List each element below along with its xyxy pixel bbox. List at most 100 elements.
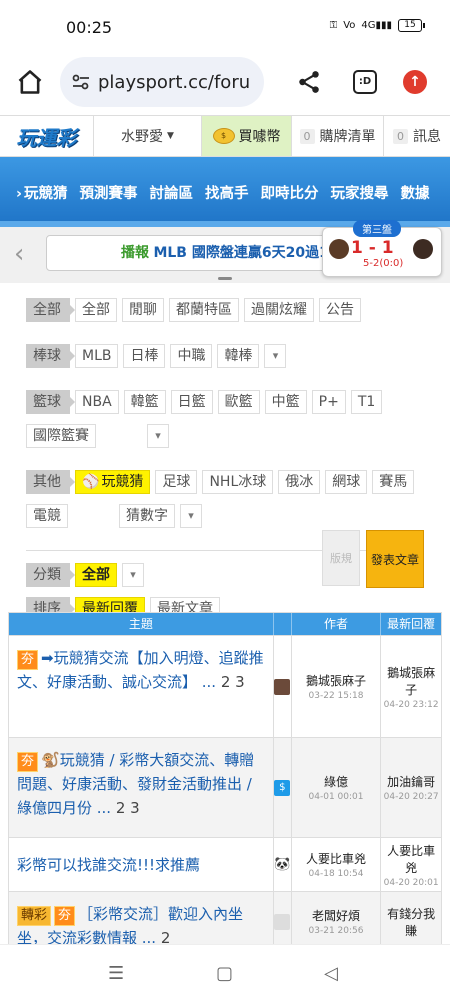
filter-tag[interactable]: 全部 [75,298,117,322]
expand-chevron-icon[interactable]: ▾ [122,563,144,587]
filter-tag[interactable]: 過關炫耀 [244,298,314,322]
expand-chevron-icon[interactable]: ▾ [147,424,169,448]
status-time: 00:25 [66,18,113,37]
author-name[interactable]: 老闆好煩 [292,907,381,924]
caret-down-icon: ▼ [167,131,174,141]
ticker-message: MLB 國際盤連贏6天20過1 [153,245,329,261]
filter-tag[interactable]: P+ [311,390,346,414]
filter-tag[interactable]: 電競 [26,504,68,528]
header-author: 作者 [292,613,382,635]
nav-item-forum[interactable]: 討論區 [143,182,199,203]
filter-tag[interactable]: 賽馬 [372,470,415,494]
author-date: 03-21 20:56 [308,926,364,936]
reply-name[interactable]: 鵝城張麻子 [381,664,441,698]
filter-tag[interactable]: 都蘭特區 [169,298,239,322]
topic-title[interactable]: 彩幣可以找誰交流!!!求推薦 [9,838,274,891]
filter-tag[interactable]: NHL冰球 [202,470,274,494]
filter-tag[interactable]: 韓籃 [123,390,166,414]
reply-cell: 加油鑰哥 04-20 20:27 [381,738,441,837]
author-name[interactable]: 鵝城張麻子 [292,672,381,689]
nav-item-play[interactable]: 玩競猜 [10,182,73,203]
reply-date: 04-20 20:27 [383,792,439,802]
filter-tag[interactable]: NBA [75,390,119,414]
filter-tag[interactable]: 公告 [319,298,361,322]
filter-tag[interactable]: 歐籃 [217,390,260,414]
table-row[interactable]: 彩幣可以找誰交流!!!求推薦 🐼 人要比車兇 04-18 10:54 人要比車兇… [9,837,441,891]
table-row[interactable]: 夯 ➡玩競猜交流【加入明燈、追蹤推文、好康活動、誠心交流】 ... 2 3 鵝城張… [9,635,441,737]
home-button-icon[interactable]: ▢ [216,963,233,984]
filter-tag[interactable]: T1 [350,390,383,414]
page-links[interactable]: 2 3 [116,799,140,817]
expand-chevron-icon[interactable]: ▾ [264,344,287,368]
avatar [274,678,291,695]
cart-button[interactable]: 0 購牌清單 [292,116,384,156]
author-date: 03-22 15:18 [308,691,364,701]
nav-item-player-search[interactable]: 玩家搜尋 [324,182,394,203]
post-article-button[interactable]: 發表文章 [366,530,424,588]
site-header: 玩運彩 水野愛 ▼ $ 買噱幣 0 購牌清單 0 訊息 [0,115,450,157]
buy-coins-button[interactable]: $ 買噱幣 [202,116,292,156]
nav-item-predict[interactable]: 預測賽事 [73,182,143,203]
site-settings-icon[interactable] [72,73,90,91]
ticker-message-box[interactable]: 播報 MLB 國際盤連贏6天20過1 [46,235,336,271]
reply-name[interactable]: 人要比車兇 [381,842,441,876]
expand-chevron-icon[interactable]: ▾ [180,504,202,528]
filter-tag[interactable]: 國際籃賽 [26,424,96,448]
system-icons: ⚿ Vo 4G▮▮▮ 15 [329,19,425,32]
reply-cell: 有錢分我賺 [381,892,441,951]
inning-badge: 第三盤 [353,220,401,237]
browser-toolbar: playsport.cc/foru :D ↑ [0,56,450,114]
filter-tag[interactable]: 日棒 [123,344,166,368]
cart-count: 0 [299,128,315,144]
filter-tag[interactable]: 俄冰 [278,470,321,494]
avatar [274,913,291,930]
topic-title[interactable]: 轉彩夯 ［彩幣交流］歡迎入內坐坐，交流彩數情報 ... 2 [9,892,274,951]
reply-name[interactable]: 加油鑰哥 [381,773,441,790]
url-bar[interactable]: playsport.cc/foru [60,57,264,107]
filter-tag[interactable]: 中職 [170,344,213,368]
share-icon[interactable] [296,69,322,95]
nav-item-livescore[interactable]: 即時比分 [254,182,324,203]
home-icon[interactable] [16,68,44,96]
topic-title[interactable]: 夯 ➡玩競猜交流【加入明燈、追蹤推文、好康活動、誠心交流】 ... 2 3 [9,636,274,737]
table-row[interactable]: 轉彩夯 ［彩幣交流］歡迎入內坐坐，交流彩數情報 ... 2 老闆好煩 03-21 … [9,891,441,951]
tab-switcher-button[interactable]: :D [353,70,377,94]
filter-tag-selected[interactable]: 玩競猜 [75,470,151,494]
author-cell: 老闆好煩 03-21 20:56 [292,892,382,951]
chevron-left-icon[interactable]: ‹ [14,239,24,269]
nav-item-experts[interactable]: 找高手 [199,182,255,203]
messages-button[interactable]: 0 訊息 [384,116,450,156]
nav-item-data[interactable]: 數據 [394,182,435,203]
recent-apps-icon[interactable]: ☰ [108,963,124,984]
author-name[interactable]: 綠億 [292,773,381,790]
live-score-widget[interactable]: 第三盤 1 - 1 5-2(0:0) [322,220,442,277]
username: 水野愛 [121,129,164,145]
filter-tag[interactable]: 猜數字 [119,504,175,528]
news-ticker: ‹ 播報 MLB 國際盤連贏6天20過1 第三盤 1 - 1 5-2(0:0) [0,220,450,283]
filter-tag[interactable]: 中籃 [264,390,307,414]
filter-row-all: 全部 全部 閒聊 都蘭特區 過關炫耀 公告 [26,298,426,332]
topic-title-text[interactable]: 彩幣可以找誰交流!!!求推薦 [17,853,200,877]
key-icon: ⚿ [329,20,338,31]
header-latest: 最新回覆 [387,617,436,631]
back-icon[interactable]: ◁ [324,963,338,984]
filter-tag[interactable]: 網球 [325,470,368,494]
filter-tag[interactable]: 閒聊 [122,298,164,322]
author-name[interactable]: 人要比車兇 [292,850,381,867]
site-logo[interactable]: 玩運彩 [0,116,94,156]
volte-icon: Vo [343,20,356,31]
topic-title[interactable]: 夯 🐒玩競猜 / 彩幣大額交流、轉贈問題、好康活動、發財金活動推出 / 綠億四月份… [9,738,274,837]
user-menu[interactable]: 水野愛 ▼ [94,116,202,156]
filter-tag[interactable]: 足球 [155,470,198,494]
update-icon[interactable]: ↑ [403,70,427,94]
filter-tag[interactable]: 日籃 [170,390,213,414]
classify-select[interactable]: 全部 [75,563,117,587]
rules-button[interactable]: 版規 [322,530,360,586]
table-row[interactable]: 夯 🐒玩競猜 / 彩幣大額交流、轉贈問題、好康活動、發財金活動推出 / 綠億四月份… [9,737,441,837]
page-links[interactable]: 2 3 [221,673,245,691]
reply-name[interactable]: 有錢分我賺 [381,905,441,939]
filter-tag[interactable]: 韓棒 [217,344,260,368]
reply-cell: 人要比車兇 04-20 20:01 [381,838,441,891]
filter-tag[interactable]: MLB [75,344,119,368]
reply-date: 04-20 20:01 [383,877,439,888]
